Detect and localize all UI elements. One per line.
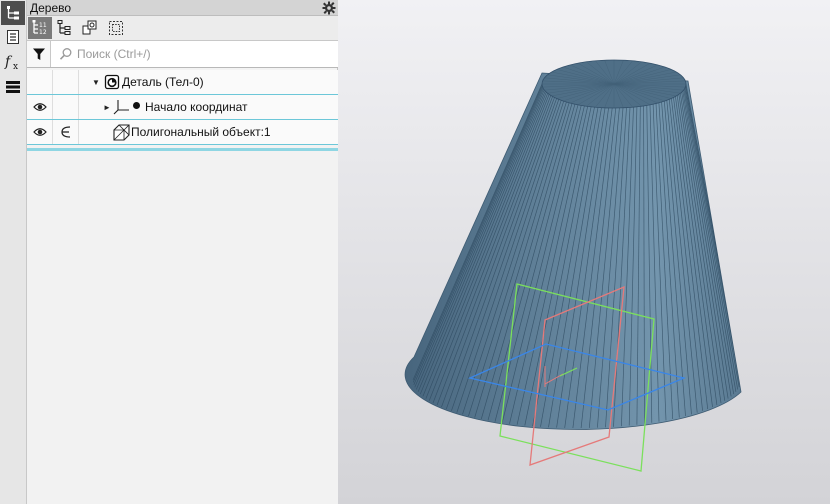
tree-item-label: Полигональный объект:1 <box>131 125 271 139</box>
search-input[interactable] <box>53 43 335 65</box>
origin-point-icon <box>133 102 140 109</box>
tree-hierarchy-icon[interactable] <box>53 17 77 39</box>
polygonal-object-icon <box>113 124 130 141</box>
model-view[interactable] <box>338 0 830 504</box>
tree-row-part[interactable]: ▼ Деталь (Тел-0) <box>27 70 338 95</box>
fx-variables-icon[interactable]: f x <box>1 50 25 74</box>
selection-highlight <box>27 148 338 151</box>
properties-icon[interactable] <box>1 25 25 49</box>
svg-text:11: 11 <box>39 22 47 29</box>
tree-structure-icon[interactable]: 11 12 <box>28 17 52 39</box>
tree-panel: Дерево 11 12 Поиск (Ctrl+/) ▼ Деталь (Те… <box>27 0 338 504</box>
search-row <box>27 41 338 68</box>
tree-row-origin[interactable]: ► Начало координат <box>27 95 338 120</box>
coordinate-system-icon <box>113 100 129 115</box>
tree-row-polygonal-object[interactable]: Полигональный объект:1 <box>27 120 338 145</box>
gear-icon[interactable] <box>322 1 336 15</box>
visibility-eye-icon[interactable] <box>27 95 53 119</box>
state-cell <box>53 95 79 119</box>
tree-item-label: Деталь (Тел-0) <box>122 75 204 89</box>
3d-viewport[interactable] <box>338 0 830 504</box>
svg-text:f: f <box>4 54 13 70</box>
expand-arrow-icon[interactable]: ▼ <box>92 78 100 87</box>
panel-titlebar: Дерево <box>27 0 338 16</box>
visibility-eye-icon[interactable] <box>27 120 53 144</box>
tree-toolbar: 11 12 <box>27 16 338 41</box>
svg-text:12: 12 <box>39 29 47 36</box>
panel-title: Дерево <box>30 1 72 15</box>
element-of-icon <box>53 120 79 144</box>
layers-menu-icon[interactable] <box>1 75 25 99</box>
tree-list: ▼ Деталь (Тел-0) ► Начало координат Поли… <box>27 70 338 504</box>
state-cell <box>53 70 79 94</box>
left-icon-strip: f x <box>0 0 27 504</box>
tree-icon[interactable] <box>1 1 25 25</box>
expand-arrow-icon[interactable]: ► <box>103 103 111 112</box>
components-icon[interactable] <box>78 17 102 39</box>
visibility-cell <box>27 70 53 94</box>
svg-text:x: x <box>13 62 18 71</box>
selection-set-icon[interactable] <box>104 17 128 39</box>
polygonal-cone-body[interactable] <box>404 72 742 430</box>
filter-icon[interactable] <box>27 41 51 67</box>
tree-item-label: Начало координат <box>145 100 248 114</box>
part-icon <box>104 74 120 90</box>
